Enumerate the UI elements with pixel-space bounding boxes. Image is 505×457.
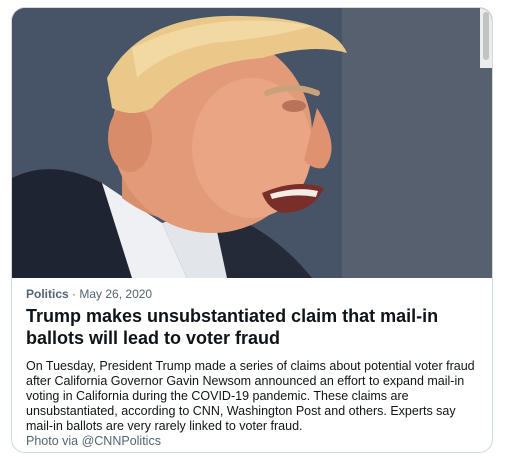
description: On Tuesday, President Trump made a serie… bbox=[26, 359, 475, 433]
category-label[interactable]: Politics bbox=[26, 287, 69, 301]
card-meta: Politics · May 26, 2020 bbox=[26, 286, 482, 302]
scrollbar-track[interactable] bbox=[480, 8, 492, 68]
card-text: Politics · May 26, 2020 Trump makes unsu… bbox=[26, 286, 482, 449]
scrollbar-thumb[interactable] bbox=[483, 12, 489, 60]
news-card[interactable]: Politics · May 26, 2020 Trump makes unsu… bbox=[11, 7, 493, 453]
news-photo[interactable] bbox=[12, 8, 492, 278]
photo-illustration bbox=[12, 8, 492, 278]
meta-separator: · bbox=[72, 287, 77, 301]
publish-date: May 26, 2020 bbox=[79, 287, 153, 301]
headline[interactable]: Trump makes unsubstantiated claim that m… bbox=[26, 305, 482, 349]
photo-credit: Photo via @CNNPolitics bbox=[26, 434, 161, 448]
